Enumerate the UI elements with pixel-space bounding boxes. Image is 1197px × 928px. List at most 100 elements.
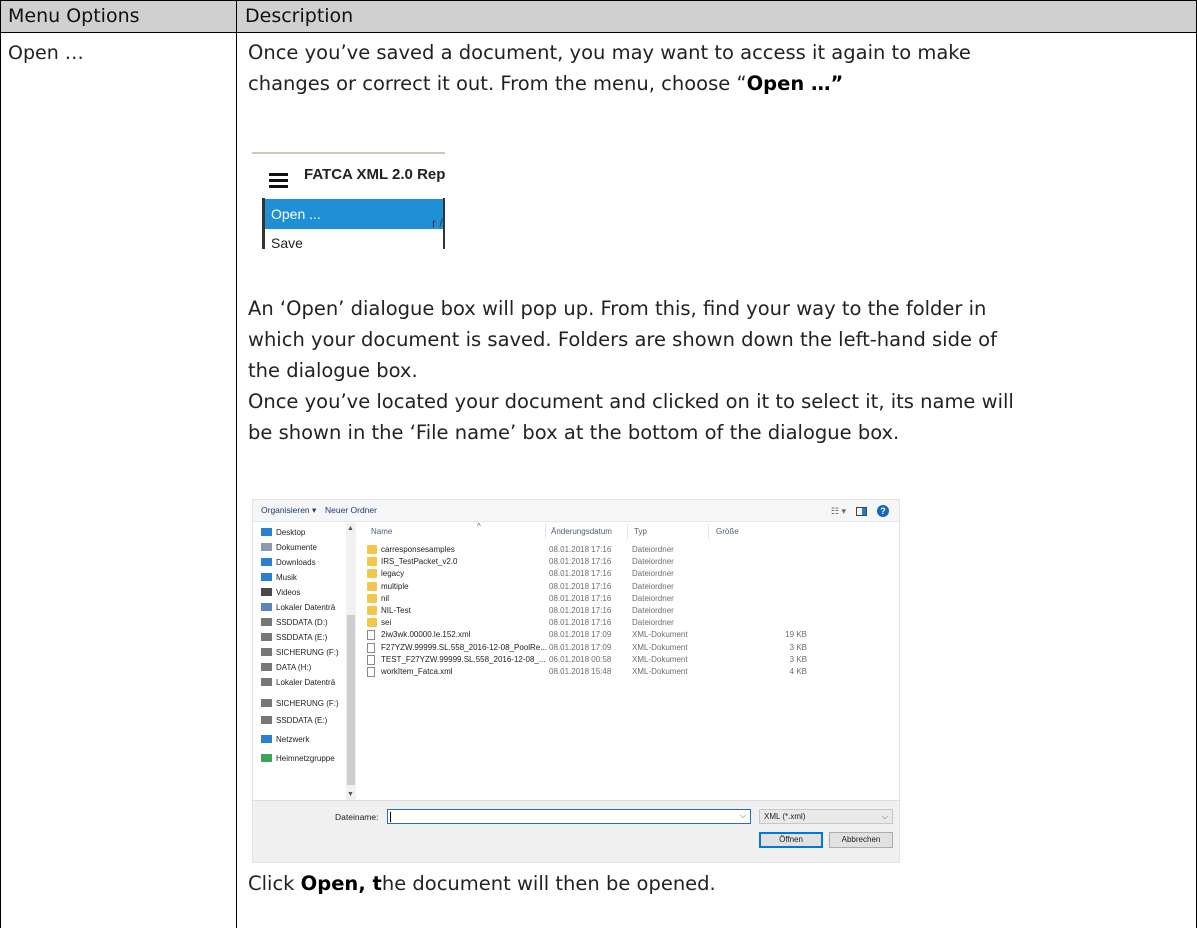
chevron-down-icon[interactable]: ⌵ [740, 811, 746, 821]
view-options-icon[interactable]: ☷ ▾ [831, 506, 846, 517]
paragraph-select-line2: be shown in the ‘File name’ box at the b… [248, 421, 900, 444]
nav-item-label: Lokaler Datenträ [276, 678, 336, 687]
open-dialog-screenshot: Organisieren ▾ Neuer Ordner ☷ ▾ ? ▲ ▼ De… [252, 499, 900, 863]
nav-item[interactable]: Lokaler Datenträ [261, 602, 335, 614]
dialog-toolbar: Organisieren ▾ Neuer Ordner ☷ ▾ ? [253, 500, 899, 522]
nav-item[interactable]: Downloads [261, 557, 316, 569]
file-name: 2iw3wk.00000.le.152.xml [381, 630, 471, 640]
file-name: IRS_TestPacket_v2.0 [381, 557, 458, 567]
nav-item[interactable]: SICHERUNG (F:) [261, 647, 339, 659]
nav-item[interactable]: Videos [261, 587, 300, 599]
filetype-select[interactable]: XML (*.xml) ⌵ [759, 809, 893, 824]
column-header-date[interactable]: Änderungsdatum [551, 527, 612, 536]
nav-item[interactable]: Desktop [261, 527, 305, 539]
organize-button[interactable]: Organisieren ▾ [261, 505, 316, 516]
drive-icon [261, 633, 272, 641]
column-separator [627, 524, 628, 539]
menu-options-table: Menu Options Description Open … Once you… [0, 0, 1197, 928]
file-type: Dateiordner [632, 606, 674, 615]
file-row[interactable]: NIL-Test 08.01.2018 17:16 Dateiordner [367, 605, 807, 617]
column-separator [708, 524, 709, 539]
file-icon [367, 667, 375, 677]
nav-item-label: Lokaler Datenträ [276, 603, 336, 612]
file-date: 08.01.2018 17:16 [549, 557, 612, 567]
local-drive-icon [261, 603, 272, 611]
paragraph-intro: Once you’ve saved a document, you may wa… [248, 37, 1183, 99]
file-type: Dateiordner [632, 545, 674, 554]
header-description-label: Description [245, 5, 354, 27]
nav-item[interactable]: Dokumente [261, 542, 317, 554]
hamburger-menu-icon[interactable] [262, 167, 295, 194]
file-type: Dateiordner [632, 581, 674, 591]
file-size: 3 KB [789, 642, 807, 652]
file-name: legacy [381, 569, 405, 579]
nav-item[interactable]: Heimnetzgruppe [261, 753, 335, 765]
file-type: Dateiordner [632, 557, 674, 567]
chevron-down-icon[interactable]: ⌵ [882, 810, 888, 823]
nav-item-label: Netzwerk [276, 735, 310, 744]
scrollbar-thumb[interactable] [347, 615, 355, 785]
file-name: carresponsesamples [381, 545, 455, 554]
nav-item-label: Downloads [276, 558, 316, 567]
folder-icon [367, 581, 377, 591]
navigation-scrollbar[interactable]: ▲ ▼ [346, 523, 356, 800]
file-row[interactable]: 2iw3wk.00000.le.152.xml 08.01.2018 17:09 X… [367, 629, 807, 641]
file-type: Dateiordner [632, 618, 674, 628]
file-name: workItem_Fatca.xml [381, 667, 453, 676]
folder-icon [367, 606, 377, 615]
drive-icon [261, 648, 272, 656]
paragraph-dialog-line2: which your document is saved. Folders ar… [248, 328, 997, 351]
nav-item[interactable]: DATA (H:) [261, 662, 311, 674]
file-row[interactable]: multiple 08.01.2018 17:16 Dateiordner [367, 581, 807, 593]
file-row[interactable]: carresponsesamples 08.01.2018 17:16 Dateio… [367, 544, 807, 556]
paragraph-select-line1: Once you’ve located your document and cl… [248, 390, 1014, 413]
file-row[interactable]: sei 08.01.2018 17:16 Dateiordner [367, 617, 807, 629]
nav-item[interactable]: Lokaler Datenträ [261, 677, 335, 689]
cancel-button[interactable]: Abbrechen [829, 832, 893, 848]
app-title: FATCA XML 2.0 Repor [304, 166, 445, 183]
column-header-type[interactable]: Typ [634, 527, 647, 536]
header-menu-options: Menu Options [0, 0, 236, 32]
paragraph-dialog-line3: the dialogue box. [248, 359, 418, 382]
file-date: 08.01.2018 17:16 [549, 569, 612, 579]
menu-item-save[interactable]: Save [271, 235, 303, 249]
desktop-icon [261, 528, 272, 536]
column-header-name[interactable]: Name [371, 527, 392, 536]
nav-item-label: DATA (H:) [276, 663, 312, 672]
nav-item[interactable]: SSDDATA (D:) [261, 617, 328, 629]
file-row[interactable]: legacy 08.01.2018 17:16 Dateiordner [367, 568, 807, 580]
nav-item[interactable]: Musik [261, 572, 297, 584]
drive-icon [261, 699, 272, 707]
nav-item[interactable]: Netzwerk [261, 734, 309, 746]
file-type: XML-Dokument [632, 667, 688, 676]
file-icon [367, 642, 375, 653]
scroll-up-icon[interactable]: ▲ [347, 525, 354, 532]
navigation-pane: ▲ ▼ Desktop Dokumente Downloads Musik Videos… [253, 523, 357, 800]
column-header-size[interactable]: Größe [716, 527, 739, 536]
folder-icon [367, 557, 377, 567]
paragraph-intro-line2: changes or correct it out. From the menu… [248, 68, 1183, 99]
file-date: 06.01.2018 00:58 [549, 654, 612, 664]
filename-input[interactable]: ⌵ [387, 809, 751, 824]
file-row[interactable]: IRS_TestPacket_v2.0 08.01.2018 17:16 Datei… [367, 556, 807, 568]
menu-item-open[interactable]: Open ... [265, 199, 443, 229]
file-size: 19 KB [785, 630, 807, 640]
scroll-down-icon[interactable]: ▼ [347, 791, 354, 798]
file-date: 08.01.2018 17:16 [549, 618, 612, 628]
nav-item[interactable]: SSDDATA (E:) [261, 715, 327, 727]
open-button[interactable]: Öffnen [759, 832, 823, 848]
file-row[interactable]: F27YZW.99999.SL.558_2016-12-08_PoolRe...… [367, 642, 807, 654]
nav-item[interactable]: SICHERUNG (F:) [261, 698, 339, 710]
file-type: Dateiordner [632, 569, 674, 579]
new-folder-button[interactable]: Neuer Ordner [325, 505, 377, 515]
file-row[interactable]: TEST_F27YZW.99999.SL.558_2016-12-08_... 0… [367, 654, 807, 666]
paragraph-click-suffix: he document will then be opened. [381, 872, 716, 895]
file-type: Dateiordner [632, 593, 674, 603]
preview-pane-icon[interactable] [856, 506, 867, 516]
nav-item-label: SSDDATA (E:) [276, 633, 328, 642]
help-icon[interactable]: ? [877, 505, 889, 517]
file-row[interactable]: workItem_Fatca.xml 08.01.2018 15:48 XML-Do… [367, 666, 807, 678]
nav-item[interactable]: SSDDATA (E:) [261, 632, 327, 644]
file-row[interactable]: nil 08.01.2018 17:16 Dateiordner [367, 593, 807, 605]
table-border-top [0, 0, 1197, 1]
